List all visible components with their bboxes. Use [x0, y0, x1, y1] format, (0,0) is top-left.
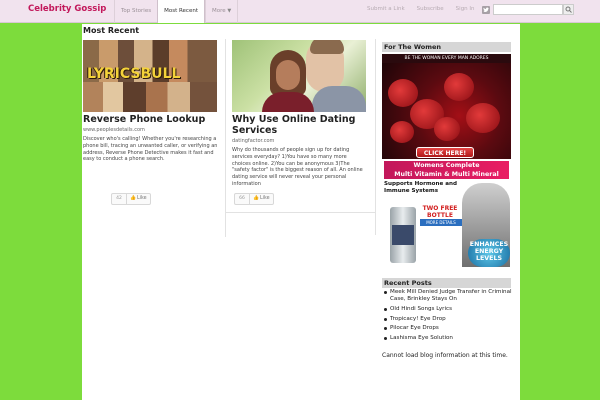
recent-post-link[interactable]: Lashisma Eye Solution [382, 335, 517, 342]
nav-more[interactable]: More ▼ [204, 0, 239, 23]
vitamin-ad-banner[interactable]: BE THE WOMAN EVERY MAN ADORES CLICK HERE… [382, 54, 511, 268]
thumbs-up-icon: 👍 [130, 196, 136, 201]
recent-post-link[interactable]: Old Hindi Songs Lyrics [382, 306, 517, 313]
blog-error-message: Cannot load blog information at this tim… [382, 352, 508, 359]
article-card[interactable]: Why Use Online Dating Services datingfac… [232, 40, 367, 189]
sidebar-divider [375, 39, 376, 235]
click-here-button[interactable]: CLICK HERE! [416, 147, 474, 158]
nav-most-recent[interactable]: Most Recent [157, 0, 205, 23]
thumbs-up-icon: 👍 [253, 196, 259, 201]
search-input[interactable] [493, 4, 563, 15]
card-bottom-divider [225, 212, 376, 213]
like-label: Like [259, 196, 270, 201]
nav-top-stories[interactable]: Top Stories [114, 0, 157, 23]
subscribe-link[interactable]: Subscribe [417, 0, 444, 23]
search-button[interactable] [563, 4, 574, 15]
submit-link[interactable]: Submit a Link [367, 0, 405, 23]
more-details-button[interactable]: MORE DETAILS [420, 219, 462, 226]
nav-more-label: More [211, 8, 226, 14]
article-card[interactable]: LYRICSBULL Reverse Phone Lookup www.peop… [83, 40, 218, 163]
card-divider [225, 39, 226, 237]
roses-image [382, 63, 511, 159]
search-icon [565, 6, 572, 13]
vitamin-bottle-image [390, 207, 416, 263]
recent-post-link[interactable]: Meek Mill Denied Judge Transfer in Crimi… [382, 289, 517, 303]
for-women-heading: For The Women [382, 42, 511, 52]
sign-in-link[interactable]: Sign In [456, 0, 475, 23]
like-widget: 66 👍 Like [234, 193, 274, 205]
recent-post-link[interactable]: Tropicacy! Eye Drop [382, 316, 517, 323]
top-bar: Celebrity Gossip Top Stories Most Recent… [0, 0, 600, 23]
article-thumbnail[interactable] [232, 40, 366, 112]
article-description: Why do thousands of people sign up for d… [232, 147, 363, 187]
article-title[interactable]: Reverse Phone Lookup [83, 114, 218, 125]
ad-headline-1: Womens Complete [384, 161, 509, 170]
ad-headline-2: Multi Vitamin & Multi Mineral [384, 170, 509, 179]
recent-posts-list: Meek Mill Denied Judge Transfer in Crimi… [382, 289, 517, 345]
recent-post-link[interactable]: Pilocar Eye Drops [382, 325, 517, 332]
article-title[interactable]: Why Use Online Dating Services [232, 114, 367, 136]
like-count: 66 [235, 194, 250, 204]
like-widget: 42 👍 Like [111, 193, 151, 205]
article-description: Discover who's calling! Whether you're r… [83, 136, 218, 163]
like-count: 42 [112, 194, 127, 204]
article-source[interactable]: www.peoplesdetails.com [83, 127, 218, 133]
like-button[interactable]: 👍 Like [127, 194, 150, 204]
content-area: Most Recent LYRICSBULL Reverse Phone Loo… [82, 24, 520, 400]
section-title: Most Recent [83, 26, 140, 35]
article-thumbnail[interactable]: LYRICSBULL [83, 40, 217, 112]
site-brand[interactable]: Celebrity Gossip [28, 4, 106, 14]
article-source[interactable]: datingfactor.com [232, 138, 367, 144]
like-button[interactable]: 👍 Like [250, 194, 273, 204]
like-label: Like [136, 196, 147, 201]
caret-down-icon: ▼ [227, 8, 232, 14]
top-links: Submit a Link Subscribe Sign In [367, 0, 487, 23]
ad-energy-badge: ENHANCES ENERGY LEVELS [468, 239, 510, 267]
ad-support-text: Supports Hormone and Immune Systems [384, 181, 458, 194]
main-nav: Top Stories Most Recent More ▼ [114, 0, 239, 23]
recent-posts-heading: Recent Posts [382, 278, 511, 288]
thumbnail-logo-text: LYRICSBULL [87, 66, 181, 82]
twitter-icon[interactable] [482, 6, 490, 14]
ad-tagline: BE THE WOMAN EVERY MAN ADORES [382, 54, 511, 63]
